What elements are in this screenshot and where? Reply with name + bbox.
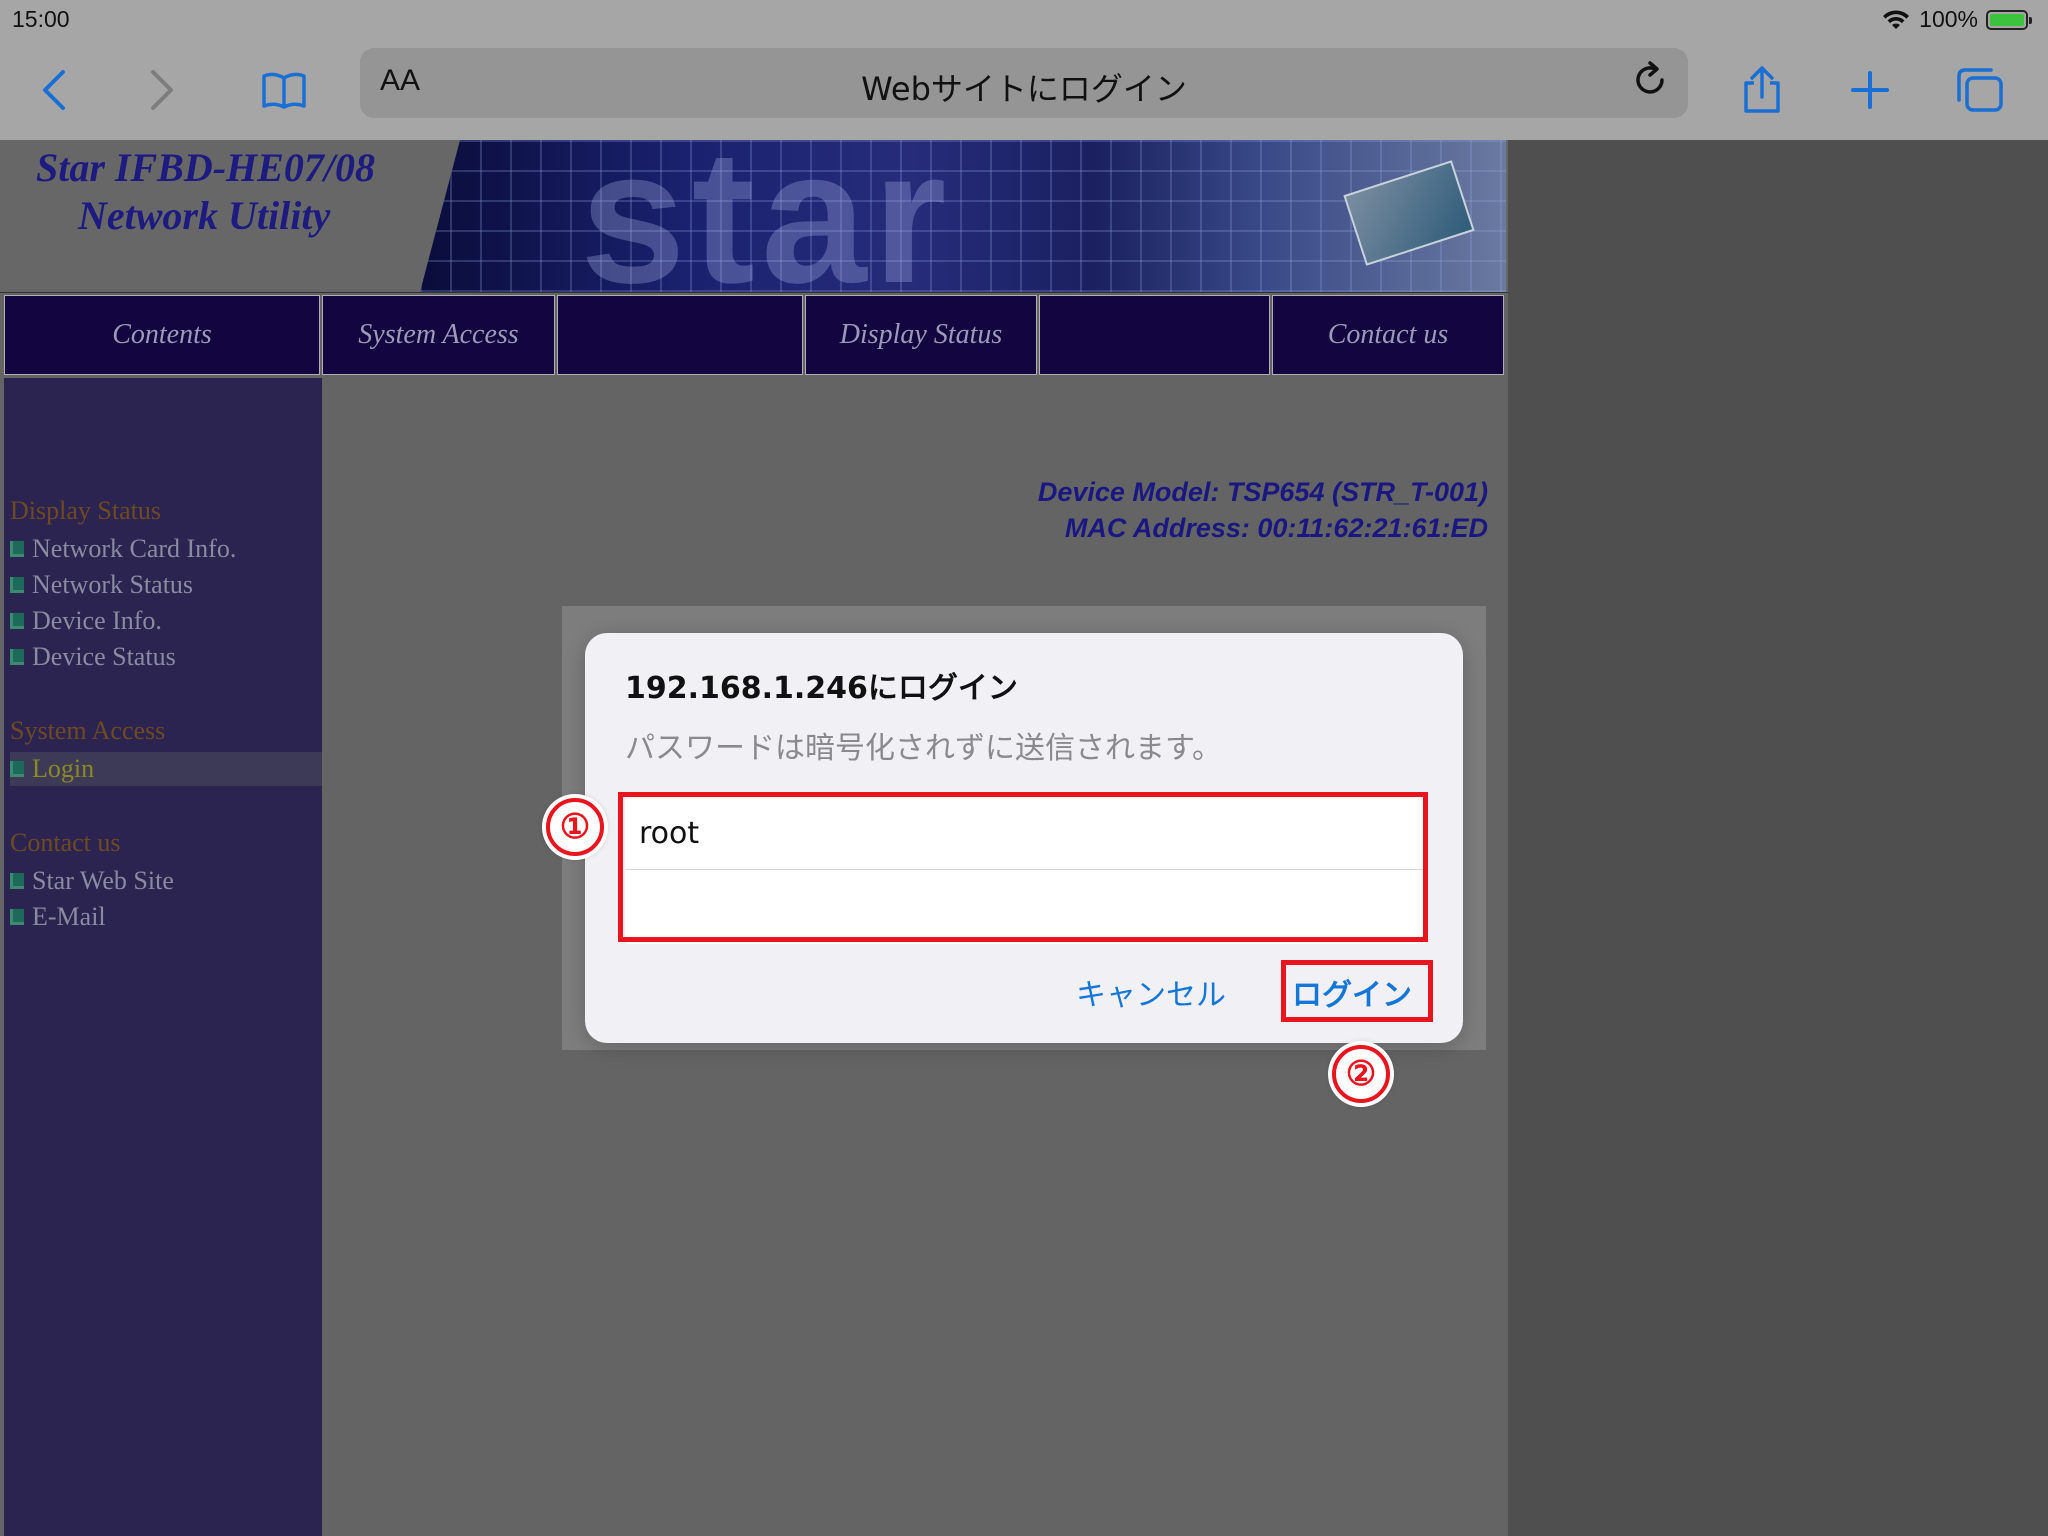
sidebar-item-star-web-site[interactable]: Star Web Site — [10, 864, 322, 898]
share-icon[interactable] — [1734, 62, 1790, 118]
empty-page-area — [1508, 140, 2048, 1536]
sidebar-section-display-status: Display Status — [10, 496, 161, 525]
back-chevron-icon[interactable] — [26, 62, 82, 118]
bullet-icon — [10, 873, 24, 889]
battery-icon — [1986, 9, 2032, 30]
network-card-image — [1343, 160, 1475, 266]
status-time: 15:00 — [12, 6, 70, 32]
sidebar-item-device-status[interactable]: Device Status — [10, 640, 322, 674]
device-info: Device Model: TSP654 (STR_T-001) MAC Add… — [1038, 474, 1488, 546]
sidebar-item-login[interactable]: Login — [10, 752, 322, 786]
address-bar[interactable]: AA Webサイトにログイン — [360, 48, 1688, 118]
reload-icon[interactable] — [1630, 60, 1670, 104]
callout-marker-2: ② — [1332, 1045, 1390, 1103]
forward-chevron-icon[interactable] — [134, 62, 190, 118]
banner-title: Star IFBD-HE07/08 — [36, 145, 375, 190]
nav-display-status[interactable]: Display Status — [805, 295, 1037, 375]
callout-marker-1: ① — [546, 798, 604, 856]
sidebar-item-device-info[interactable]: Device Info. — [10, 604, 322, 638]
highlight-box-fields — [618, 792, 1428, 942]
mac-address: MAC Address: 00:11:62:21:61:ED — [1064, 513, 1488, 543]
nav-empty-2 — [1039, 295, 1270, 375]
banner-image: star — [420, 140, 1506, 292]
bullet-icon — [10, 577, 24, 593]
dialog-message: パスワードは暗号化されずに送信されます。 — [625, 731, 1222, 766]
nav-contact-us[interactable]: Contact us — [1272, 295, 1504, 375]
bullet-icon — [10, 909, 24, 925]
sidebar-item-network-status[interactable]: Network Status — [10, 568, 322, 602]
top-nav: Contents System Access Display Status Co… — [4, 295, 1504, 377]
bullet-icon — [10, 761, 24, 777]
cancel-button[interactable]: キャンセル — [1076, 970, 1226, 1014]
banner-subtitle: Network Utility — [78, 193, 331, 238]
highlight-box-login — [1281, 960, 1433, 1022]
bullet-icon — [10, 649, 24, 665]
sidebar-section-contact-us: Contact us — [10, 828, 121, 857]
nav-empty-1 — [557, 295, 803, 375]
banner: star Star IFBD-HE07/08 Network Utility — [0, 140, 1508, 293]
sidebar-item-email[interactable]: E-Mail — [10, 900, 322, 934]
new-tab-icon[interactable] — [1842, 62, 1898, 118]
wifi-icon — [1883, 9, 1910, 29]
page-title: Webサイトにログイン — [861, 70, 1187, 108]
nav-contents[interactable]: Contents — [4, 295, 320, 375]
bullet-icon — [10, 541, 24, 557]
dialog-title: 192.168.1.246にログイン — [625, 671, 1018, 706]
sidebar-section-system-access: System Access — [10, 716, 166, 745]
battery-percent: 100% — [1919, 6, 1978, 32]
sidebar-item-network-card-info[interactable]: Network Card Info. — [10, 532, 322, 566]
bookmarks-icon[interactable] — [256, 62, 312, 118]
tabs-icon[interactable] — [1952, 62, 2008, 118]
browser-toolbar: AA Webサイトにログイン — [0, 40, 2048, 140]
status-right: 100% — [1881, 6, 2032, 33]
sidebar: Display Status Network Card Info. Networ… — [4, 378, 322, 1536]
bullet-icon — [10, 613, 24, 629]
status-bar: 15:00 100% — [0, 0, 2048, 40]
device-model: Device Model: TSP654 (STR_T-001) — [1037, 477, 1488, 507]
nav-system-access[interactable]: System Access — [322, 295, 555, 375]
